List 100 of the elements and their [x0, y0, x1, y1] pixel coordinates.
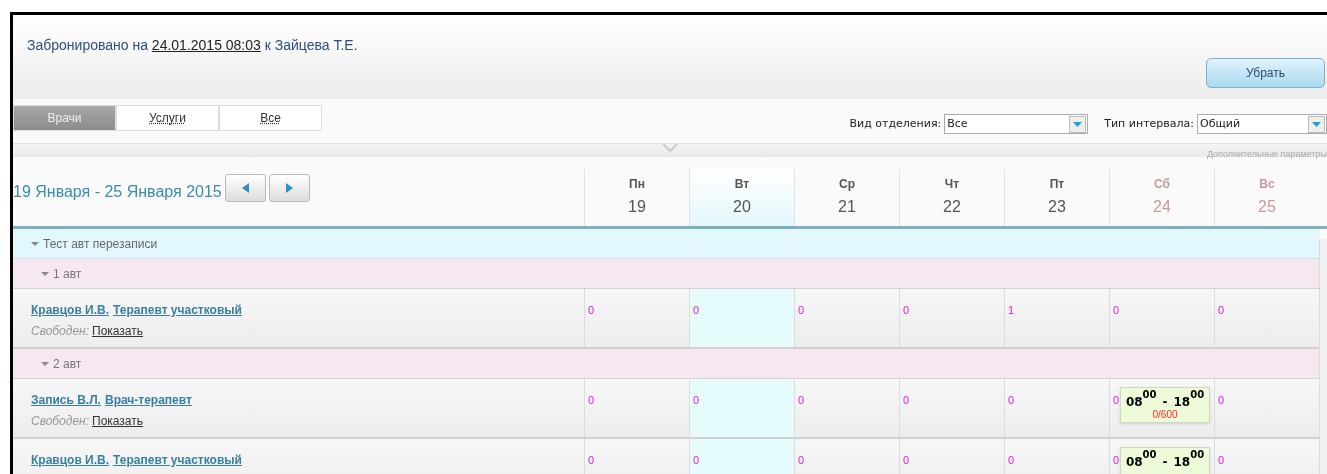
day-cell[interactable]: 0 — [794, 379, 899, 437]
day-cell[interactable]: 0 — [899, 379, 1004, 437]
extra-params-bar[interactable]: Дополнительные параметры — [13, 143, 1327, 157]
remove-button[interactable]: Убрать — [1206, 58, 1325, 88]
free-label: Свободен: — [31, 413, 89, 430]
day-cell[interactable]: 0 — [689, 439, 794, 474]
weekday-label: Вт — [734, 176, 750, 193]
weekday-label: Ср — [839, 176, 855, 193]
slot-count: 0 — [588, 454, 595, 466]
day-header[interactable]: Чт 22 — [899, 169, 1004, 226]
week-range: 19 Января - 25 Января 2015 — [13, 182, 222, 202]
slot-count: 1 — [1008, 304, 1015, 316]
specialty-link[interactable]: Врач-терапевт — [104, 391, 192, 409]
triangle-left-icon — [241, 183, 249, 193]
prev-week-button[interactable] — [224, 174, 266, 202]
tab[interactable]: Услуги — [116, 105, 219, 131]
weekday-label: Пт — [1049, 176, 1065, 193]
subgroup-header[interactable]: 2 авт — [13, 349, 1319, 379]
booking-info: Забронировано на 24.01.2015 08:03 к Зайцева Т.Е. — [27, 36, 358, 55]
slot-count: 0 — [1008, 454, 1015, 466]
filter-label: Тип интервала: — [1104, 115, 1194, 132]
slot-count: 0 — [588, 394, 595, 406]
group-title: Тест авт перезаписи — [43, 235, 158, 253]
day-number: 23 — [1048, 197, 1066, 217]
day-number: 22 — [943, 197, 961, 217]
day-header[interactable]: Вс 25 — [1214, 169, 1319, 226]
day-cell[interactable]: 0 — [689, 379, 794, 437]
caret-down-icon[interactable] — [41, 360, 49, 367]
slot-count: 0 — [903, 394, 910, 406]
filter-label: Вид отделения: — [849, 115, 942, 132]
weekday-label: Сб — [1154, 176, 1170, 193]
slot-count: 0 — [1218, 304, 1225, 316]
subgroup-title: 1 авт — [53, 265, 82, 283]
weekday-label: Пн — [629, 176, 645, 193]
slot-quota: 0/600 — [1152, 410, 1178, 420]
weekday-label: Чт — [944, 176, 960, 193]
day-number: 24 — [1153, 197, 1171, 217]
filter-select[interactable]: Общий — [1197, 114, 1327, 134]
weekday-label: Вс — [1259, 176, 1275, 193]
slot-count: 0 — [693, 454, 700, 466]
slot-count: 0 — [1218, 454, 1225, 466]
show-link[interactable]: Показать — [92, 322, 144, 340]
slot-count: 0 — [903, 304, 910, 316]
slot-count: 0 — [1113, 304, 1120, 316]
day-header[interactable]: Пт 23 — [1004, 169, 1109, 226]
specialty-link[interactable]: Терапевт участковый — [113, 451, 242, 469]
end-hour: 18 — [1173, 456, 1191, 468]
start-minute: 00 — [1142, 390, 1157, 400]
end-minute: 00 — [1190, 450, 1205, 460]
doctor-name-link[interactable]: Кравцов И.В. — [31, 451, 110, 469]
subgroup-title: 2 авт — [53, 355, 82, 373]
slot-count: 0 — [798, 454, 805, 466]
chevron-down-icon[interactable] — [662, 142, 678, 153]
day-cell[interactable]: 0 — [899, 439, 1004, 474]
start-hour: 08 — [1125, 396, 1143, 408]
caret-down-icon[interactable] — [31, 240, 39, 247]
slot-count: 0 — [798, 394, 805, 406]
day-number: 25 — [1258, 197, 1276, 217]
slot-count: 0 — [1113, 454, 1120, 466]
end-hour: 18 — [1173, 396, 1191, 408]
scrollbar[interactable] — [1319, 239, 1327, 474]
free-label: Свободен: — [31, 323, 89, 340]
day-cell[interactable]: 0 — [1109, 289, 1214, 347]
separator: - — [1162, 456, 1168, 468]
day-cell[interactable]: 1 — [1004, 289, 1109, 347]
day-header[interactable]: Сб 24 — [1109, 169, 1214, 226]
day-header[interactable]: Вт 20 — [689, 169, 794, 226]
slot-count: 0 — [693, 394, 700, 406]
day-number: 20 — [733, 197, 751, 217]
specialty-link[interactable]: Терапевт участковый — [113, 301, 242, 319]
subgroup-header[interactable]: 1 авт — [13, 259, 1319, 289]
start-hour: 08 — [1125, 456, 1143, 468]
day-number: 21 — [838, 197, 856, 217]
slot-count: 0 — [798, 304, 805, 316]
doctor-name-link[interactable]: Запись В.Л. — [31, 391, 101, 409]
booking-date-link[interactable]: 24.01.2015 08:03 — [151, 37, 261, 53]
next-week-button[interactable] — [268, 174, 310, 202]
day-cell[interactable]: 0 — [1004, 379, 1109, 437]
day-header[interactable]: Ср 21 — [794, 169, 899, 226]
end-minute: 00 — [1190, 390, 1205, 400]
day-cell[interactable]: 0 — [689, 289, 794, 347]
slot-count: 0 — [1218, 394, 1225, 406]
doctor-name-link[interactable]: Кравцов И.В. — [31, 301, 110, 319]
slot-count: 0 — [588, 304, 595, 316]
separator: - — [1162, 396, 1168, 408]
day-cell[interactable]: 0 — [794, 289, 899, 347]
group-header[interactable]: Тест авт перезаписи — [13, 229, 1319, 259]
day-cell[interactable]: 0 — [794, 439, 899, 474]
slot-count: 0 — [903, 454, 910, 466]
filter-select[interactable]: Все — [944, 114, 1089, 134]
triangle-right-icon — [285, 183, 293, 193]
tab[interactable]: Все — [219, 105, 322, 131]
day-number: 19 — [628, 197, 646, 217]
slot-count: 0 — [1008, 394, 1015, 406]
show-link[interactable]: Показать — [92, 412, 144, 430]
tab[interactable]: Врачи — [13, 105, 116, 131]
day-cell[interactable]: 0 — [1004, 439, 1109, 474]
caret-down-icon[interactable] — [41, 270, 49, 277]
slot-count: 0 — [693, 304, 700, 316]
day-cell[interactable]: 0 — [899, 289, 1004, 347]
